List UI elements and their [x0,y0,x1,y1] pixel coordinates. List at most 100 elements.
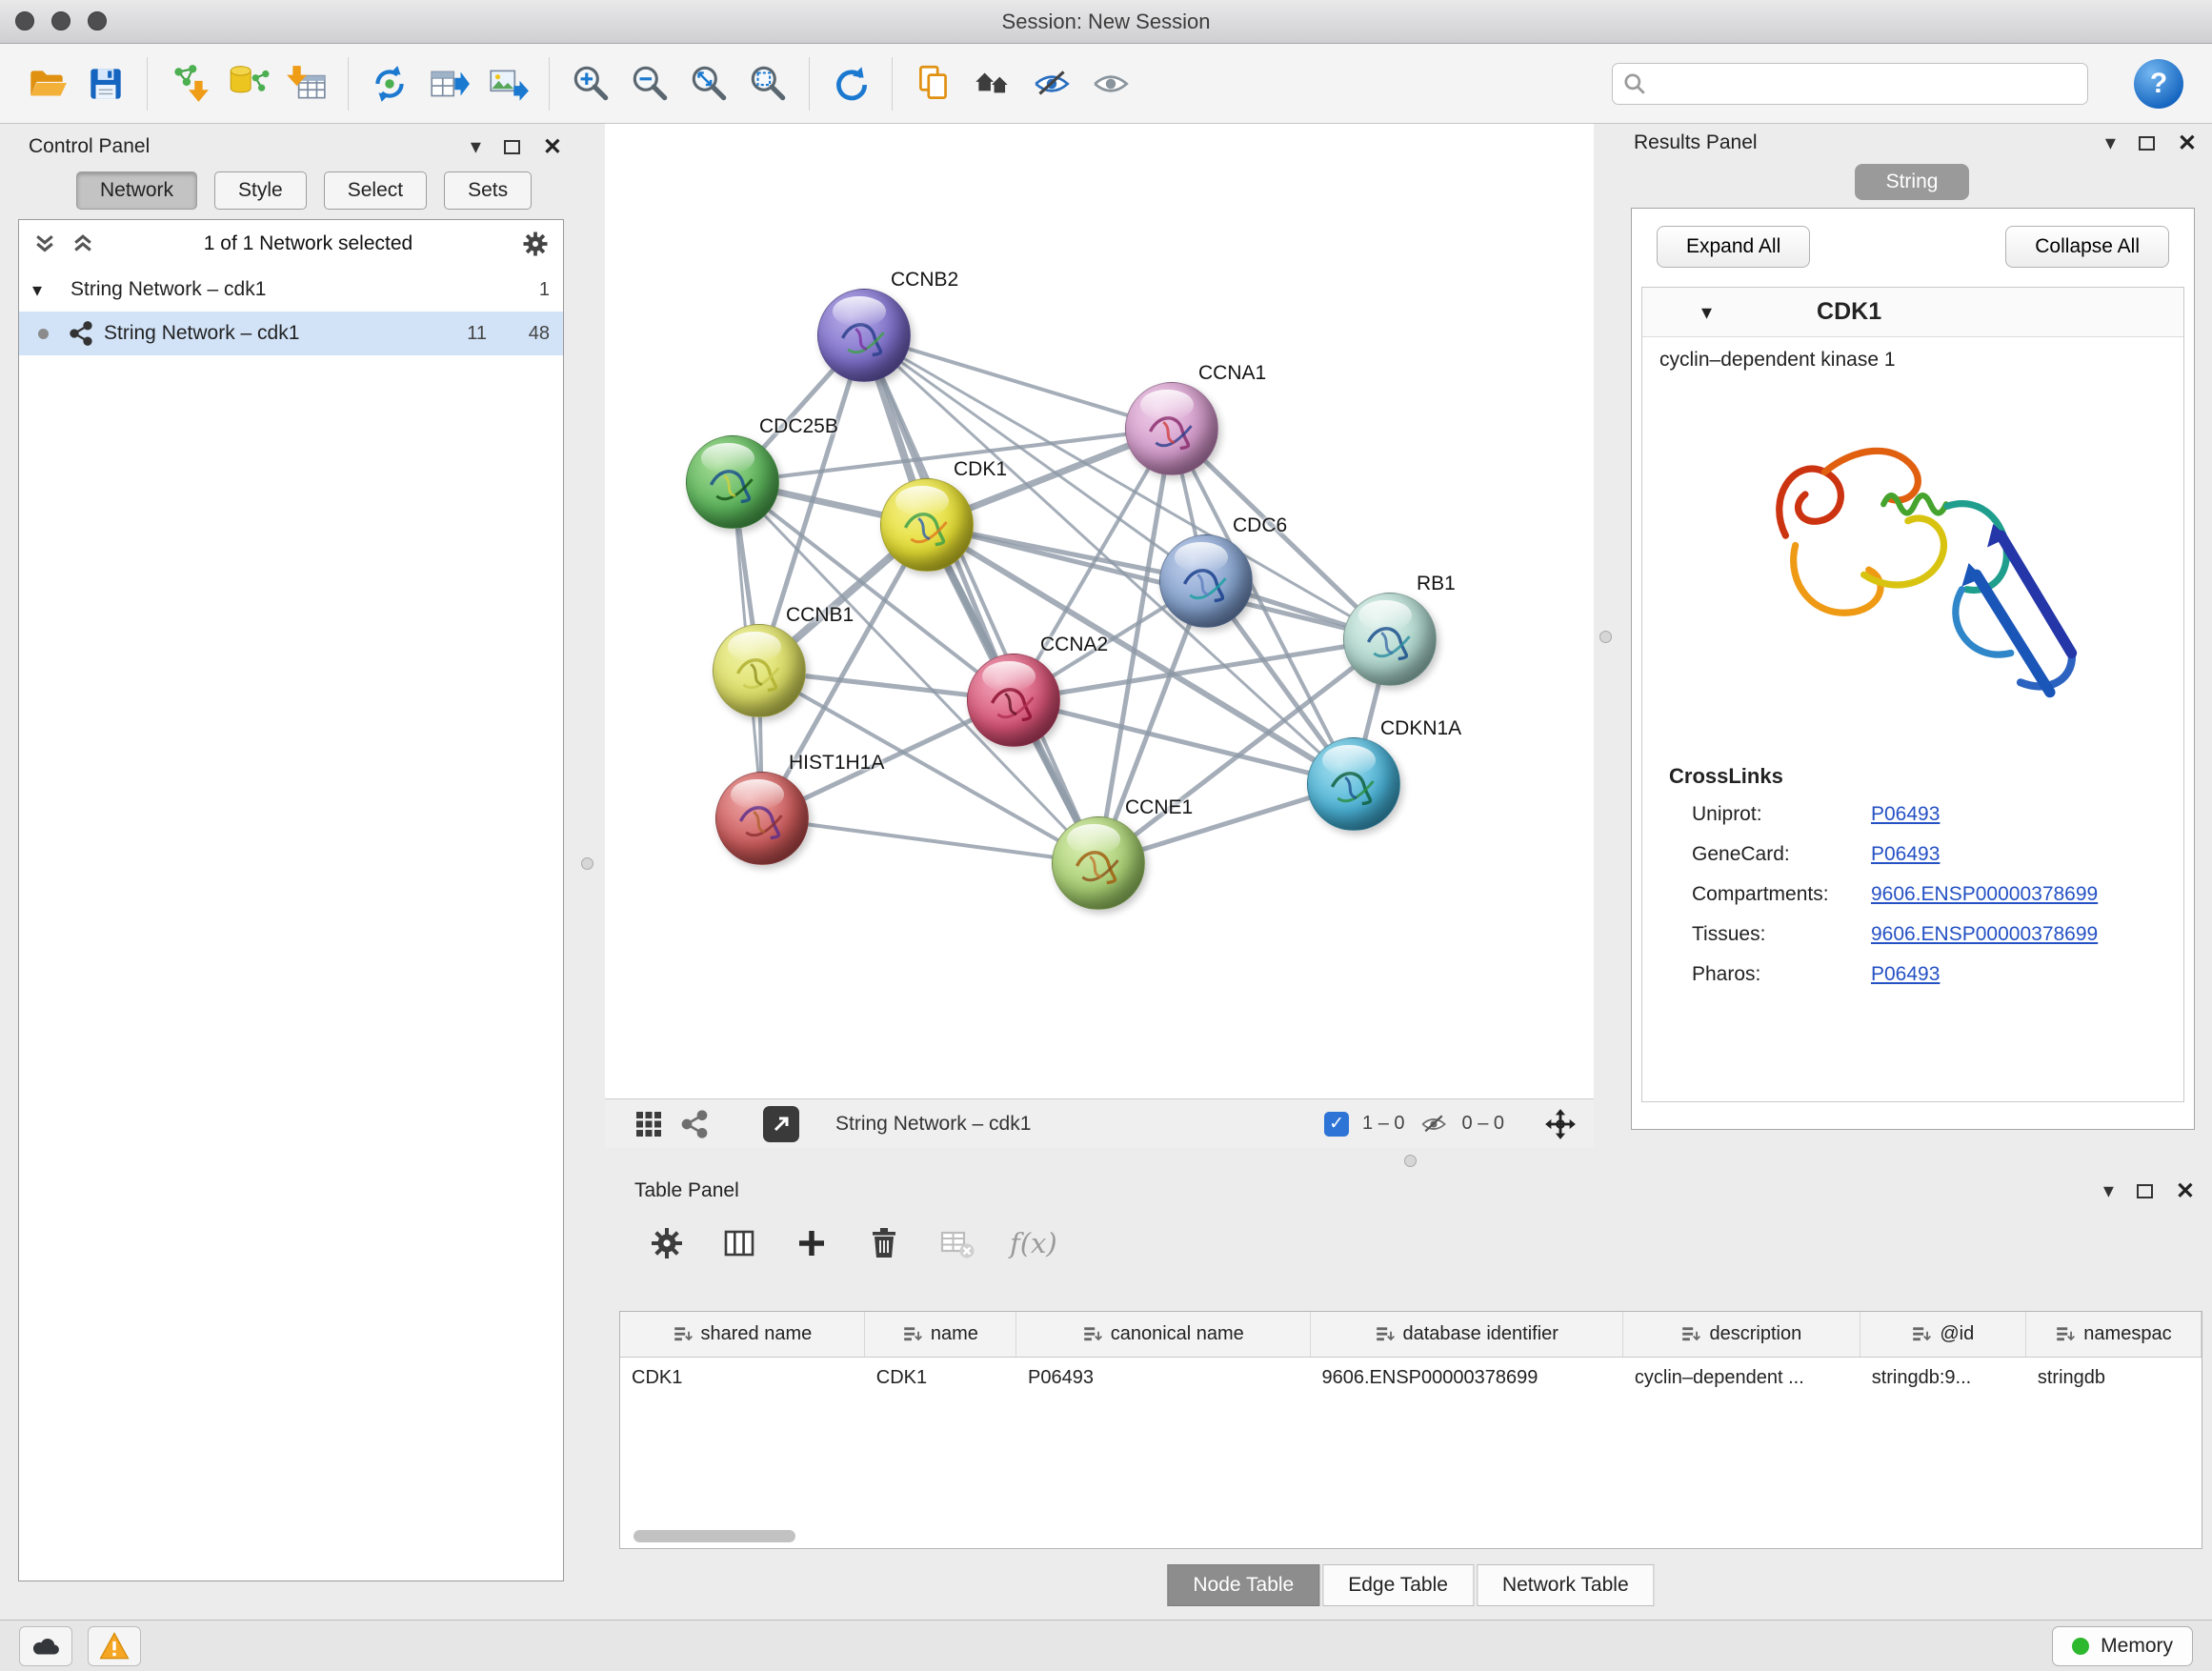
export-image-button[interactable] [478,50,537,117]
node-ccne1[interactable] [1052,816,1145,910]
edge-HIST1H1A-CCNE1[interactable] [762,818,1098,863]
tab-network-table[interactable]: Network Table [1477,1564,1655,1606]
show-columns-icon[interactable] [720,1224,758,1262]
sphere-gloss [833,296,886,328]
column-header-shared-name[interactable]: shared name [620,1312,865,1357]
panel-float-icon[interactable] [504,140,520,154]
node-label-cdkn1a: CDKN1A [1380,717,1461,740]
zoom-out-button[interactable] [620,50,679,117]
column-header-database-identifier[interactable]: database identifier [1311,1312,1623,1357]
column-header-canonical-name[interactable]: canonical name [1016,1312,1311,1357]
tab-string[interactable]: String [1855,164,1969,200]
table-row[interactable]: CDK1CDK1P064939606.ENSP00000378699cyclin… [620,1358,2202,1401]
collapse-all-button[interactable]: Collapse All [2005,226,2169,268]
zoom-fit-button[interactable] [679,50,738,117]
tab-node-table[interactable]: Node Table [1167,1564,1319,1606]
move-crosshair-icon[interactable] [1544,1108,1577,1140]
node-ccnb2[interactable] [817,289,911,382]
gear-icon[interactable] [521,230,550,258]
node-cdc25b[interactable] [686,435,779,529]
save-session-button[interactable] [76,50,135,117]
splitter-handle[interactable] [1404,1155,1417,1167]
panel-float-icon[interactable] [2137,1184,2153,1198]
help-button[interactable]: ? [2134,59,2183,109]
eye-hidden-button[interactable] [1022,50,1081,117]
crosslink-value-link[interactable]: 9606.ENSP00000378699 [1871,883,2098,906]
network-view-status: ✓ 1 – 0 0 – 0 [1324,1108,1577,1140]
warnings-button[interactable] [88,1626,141,1666]
tab-edge-table[interactable]: Edge Table [1322,1564,1474,1606]
add-column-icon[interactable] [793,1224,831,1262]
node-ccna1[interactable] [1125,382,1218,475]
network-canvas[interactable]: CCNB2CCNA1CDC25BCDK1CDC6RB1CCNB1CCNA2CDK… [605,124,1594,1098]
column-header-name[interactable]: name [865,1312,1016,1357]
node-cdc6[interactable] [1159,534,1253,628]
crosslink-value-link[interactable]: P06493 [1871,963,1940,986]
tab-sets[interactable]: Sets [444,171,532,210]
node-ccnb1[interactable] [713,624,806,717]
splitter-handle[interactable] [581,857,593,870]
section-collapse-icon[interactable]: ▾ [1701,300,1712,325]
table-toolbar: f(x) [619,1210,2202,1277]
refresh-layout-button[interactable] [821,50,880,117]
tab-network[interactable]: Network [76,171,197,210]
panel-close-icon[interactable]: ✕ [543,133,562,161]
memory-button[interactable]: Memory [2052,1626,2193,1666]
panel-collapse-icon[interactable]: ▾ [2103,1178,2114,1203]
node-cdkn1a[interactable] [1307,737,1400,831]
splitter-handle[interactable] [1599,631,1612,643]
panel-collapse-icon[interactable]: ▾ [471,134,481,159]
crosslink-value-link[interactable]: 9606.ENSP00000378699 [1871,923,2098,946]
delete-column-icon[interactable] [865,1224,903,1262]
table-settings-gear-icon[interactable] [648,1224,686,1262]
open-session-button[interactable] [17,50,76,117]
node-ccna2[interactable] [967,654,1060,747]
panel-collapse-icon[interactable]: ▾ [2105,131,2116,155]
node-rb1[interactable] [1343,593,1437,686]
collapse-all-icon[interactable] [70,232,95,256]
search-box [1612,63,2088,105]
column-header-namespac[interactable]: namespac [2026,1312,2202,1357]
tab-style[interactable]: Style [214,171,307,210]
import-network-database-button[interactable] [218,50,277,117]
panel-close-icon[interactable]: ✕ [2178,130,2197,157]
column-header-description[interactable]: description [1623,1312,1860,1357]
edge-CCNB2-CCNE1[interactable] [864,335,1098,863]
import-network-file-button[interactable] [159,50,218,117]
eye-visible-button[interactable] [1081,50,1140,117]
export-table-button[interactable] [419,50,478,117]
search-input[interactable] [1657,65,2087,103]
cloud-status-button[interactable] [19,1626,72,1666]
node-cdk1[interactable] [880,478,974,572]
open-in-new-window-icon[interactable] [763,1106,799,1142]
horizontal-scrollbar[interactable] [633,1530,795,1542]
home-button[interactable] [963,50,1022,117]
import-network-database-icon [226,62,270,106]
crosslink-value-link[interactable]: P06493 [1871,803,1940,826]
crosslink-value-link[interactable]: P06493 [1871,843,1940,866]
zoom-in-button[interactable] [561,50,620,117]
crosslink-row: GeneCard:P06493 [1642,835,2183,875]
expand-all-button[interactable]: Expand All [1657,226,1810,268]
grid-view-icon[interactable] [633,1109,664,1139]
import-table-file-button[interactable] [277,50,336,117]
expand-all-icon[interactable] [32,232,57,256]
node-hist1h1a[interactable] [715,772,809,865]
network-collection-row[interactable]: ▾ String Network – cdk1 1 [19,268,563,312]
table-header-row: shared namenamecanonical namedatabase id… [620,1312,2202,1358]
network-item-row[interactable]: String Network – cdk1 11 48 [19,312,563,355]
copy-pages-button[interactable] [904,50,963,117]
table-cell: stringdb [2026,1358,2202,1401]
new-network-button[interactable] [360,50,419,117]
panel-close-icon[interactable]: ✕ [2176,1178,2195,1205]
tab-select[interactable]: Select [324,171,427,210]
selected-checkbox-icon[interactable]: ✓ [1324,1112,1349,1137]
birdseye-view-icon[interactable] [679,1109,710,1139]
tree-expand-icon[interactable]: ▾ [32,278,61,302]
panel-float-icon[interactable] [2139,136,2155,151]
zoom-selected-button[interactable] [738,50,797,117]
network-item-label: String Network – cdk1 [104,322,424,345]
edge-CDK1-RB1[interactable] [927,525,1390,639]
table-cell: CDK1 [620,1358,865,1401]
column-header--id[interactable]: @id [1860,1312,2026,1357]
